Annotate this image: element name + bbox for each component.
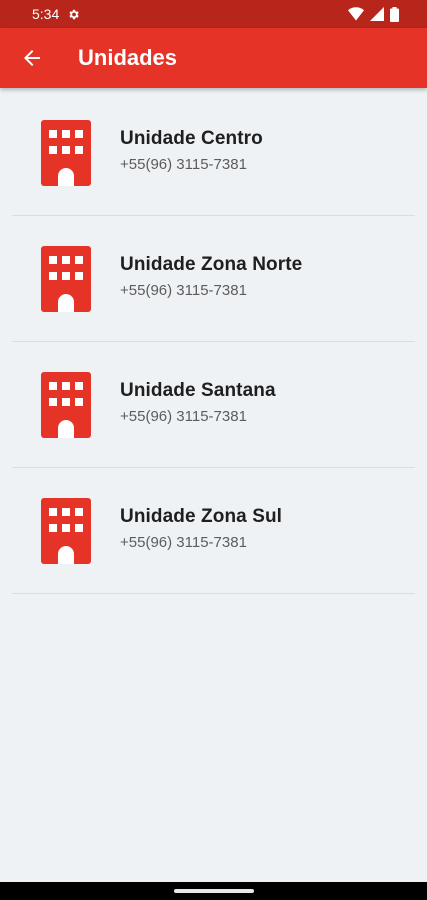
- signal-icon: [370, 7, 384, 21]
- unit-name: Unidade Centro: [120, 128, 263, 149]
- unit-name: Unidade Zona Norte: [120, 254, 303, 275]
- page-title: Unidades: [78, 45, 178, 70]
- arrow-left-icon: [24, 50, 40, 66]
- unit-text: Unidade Zona Norte +55(96) 3115-7381: [120, 254, 302, 299]
- building-icon: [41, 497, 91, 564]
- app-bar: Unidades: [0, 28, 427, 88]
- status-right: [348, 6, 399, 22]
- wifi-icon: [348, 7, 364, 21]
- settings-gear-icon: [69, 9, 79, 19]
- back-button[interactable]: [12, 38, 52, 78]
- building-icon: [41, 119, 91, 186]
- unit-phone: +55(96) 3115-7381: [120, 408, 247, 425]
- unit-text: Unidade Santana +55(96) 3115-7381: [120, 380, 276, 425]
- unit-phone: +55(96) 3115-7381: [120, 534, 247, 551]
- unit-name: Unidade Zona Sul: [120, 506, 283, 527]
- unit-item-centro[interactable]: Unidade Centro +55(96) 3115-7381: [12, 90, 415, 216]
- status-time: 5:34: [32, 6, 60, 22]
- status-left: 5:34: [32, 6, 80, 22]
- battery-icon: [390, 6, 399, 22]
- home-gesture-handle[interactable]: [174, 889, 254, 893]
- unit-text: Unidade Centro +55(96) 3115-7381: [120, 128, 263, 173]
- unit-item-santana[interactable]: Unidade Santana +55(96) 3115-7381: [12, 342, 415, 468]
- unit-phone: +55(96) 3115-7381: [120, 156, 247, 173]
- unit-item-zona-norte[interactable]: Unidade Zona Norte +55(96) 3115-7381: [12, 216, 415, 342]
- units-list: Unidade Centro +55(96) 3115-7381 Unidade…: [12, 90, 415, 594]
- unit-item-zona-sul[interactable]: Unidade Zona Sul +55(96) 3115-7381: [12, 468, 415, 594]
- system-navigation-bar: [0, 882, 427, 900]
- unit-name: Unidade Santana: [120, 380, 276, 401]
- unit-phone: +55(96) 3115-7381: [120, 282, 247, 299]
- building-icon: [41, 371, 91, 438]
- status-bar: 5:34: [0, 0, 427, 28]
- building-icon: [41, 245, 91, 312]
- unit-text: Unidade Zona Sul +55(96) 3115-7381: [120, 506, 282, 551]
